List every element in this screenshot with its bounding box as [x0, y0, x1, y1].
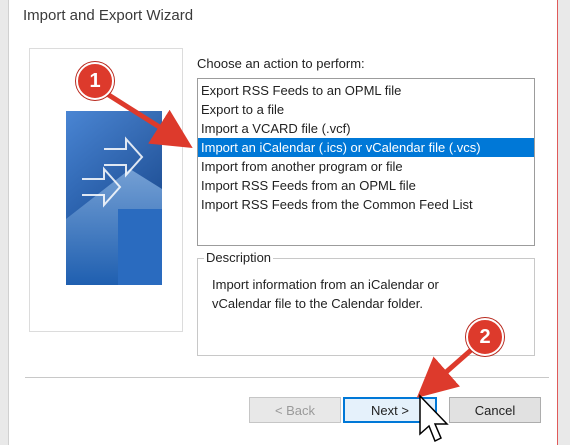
- mouse-cursor-icon: [419, 394, 449, 443]
- annotation-badge-2: 2: [466, 318, 504, 356]
- annotation-arrow: [101, 89, 193, 149]
- annotation-badge-1: 1: [76, 62, 114, 100]
- annotation-arrow: [416, 341, 481, 398]
